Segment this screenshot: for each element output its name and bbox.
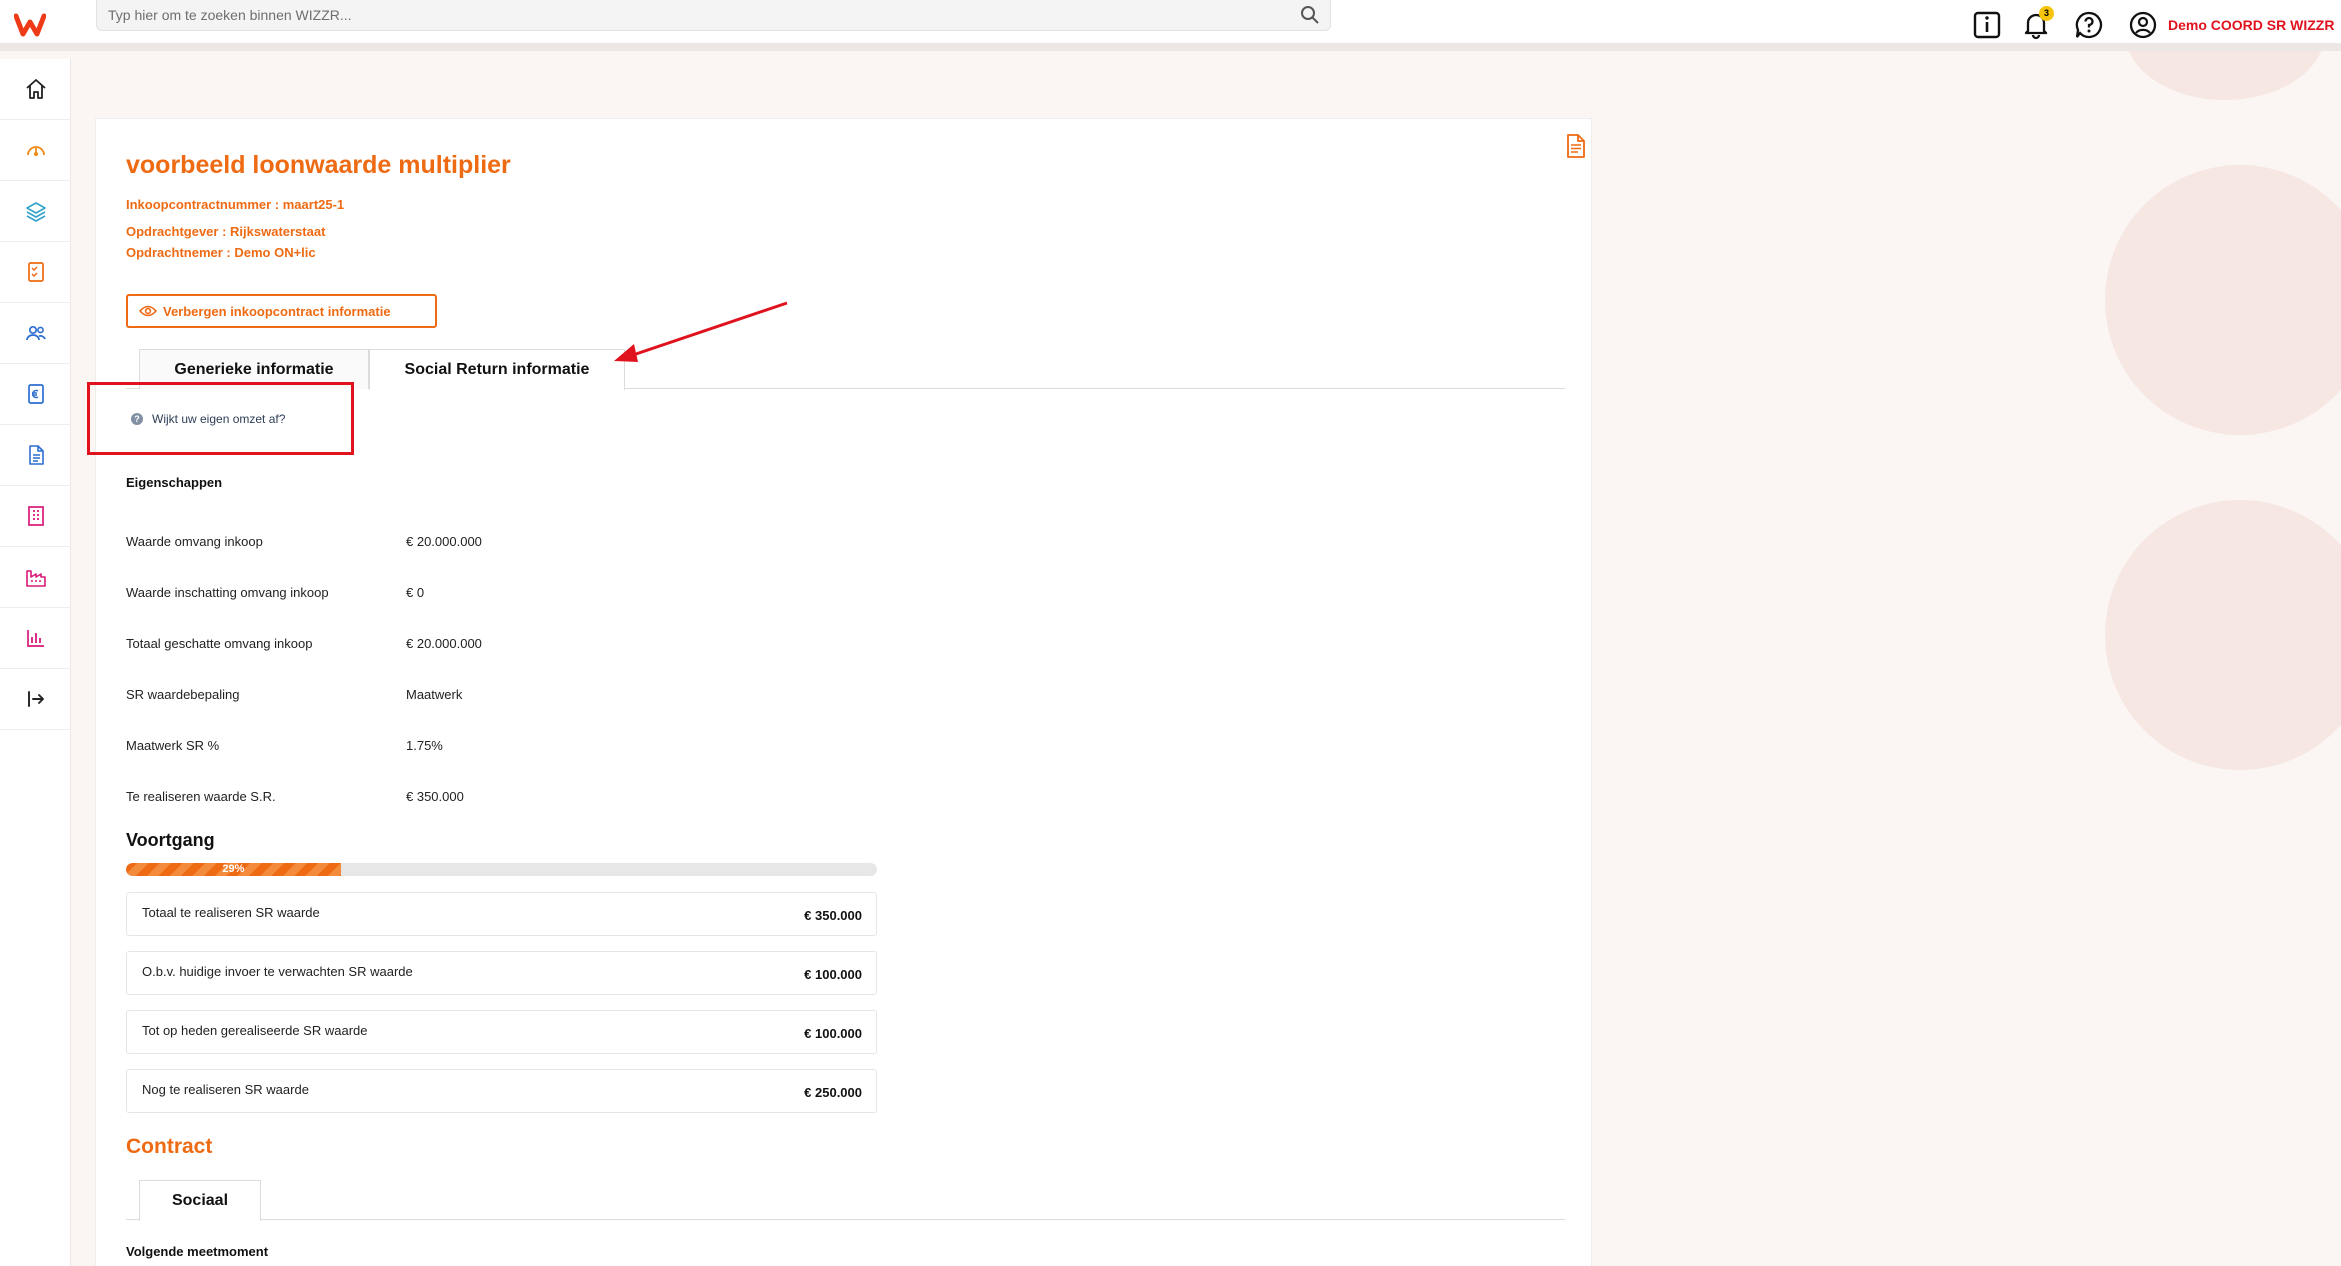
dashboard-gauge-icon — [26, 146, 45, 156]
property-label: Te realiseren waarde S.R. — [126, 789, 276, 804]
sidebar-item-dashboard[interactable] — [0, 120, 71, 181]
tab-social-return-informatie[interactable]: Social Return informatie — [369, 349, 625, 390]
sidebar-item-organizations[interactable] — [0, 486, 71, 547]
stat-row: Tot op heden gerealiseerde SR waarde € 1… — [126, 1010, 877, 1054]
hide-contract-info-button[interactable]: Verbergen inkoopcontract informatie — [126, 294, 437, 328]
progress-fill: 29% — [126, 863, 341, 876]
contract-number: Inkoopcontractnummer : maart25-1 — [126, 197, 345, 212]
property-value: 1.75% — [406, 738, 443, 753]
contract-card: voorbeeld loonwaarde multiplier Inkoopco… — [95, 118, 1592, 1266]
stat-row: Totaal te realiseren SR waarde € 350.000 — [126, 892, 877, 936]
contract-tabs: Sociaal — [126, 1180, 1565, 1221]
sidebar-item-companies[interactable] — [0, 547, 71, 608]
hide-contract-info-label: Verbergen inkoopcontract informatie — [163, 303, 391, 319]
building-icon — [27, 506, 44, 526]
sidebar-item-users[interactable] — [0, 303, 71, 364]
property-value: Maatwerk — [406, 687, 463, 702]
property-value: € 0 — [406, 585, 425, 600]
sidebar-item-documents[interactable] — [0, 425, 71, 486]
property-label: SR waardebepaling — [126, 687, 240, 702]
stat-label: Tot op heden gerealiseerde SR waarde — [142, 1023, 368, 1038]
user-avatar-icon[interactable] — [2128, 10, 2158, 40]
stat-label: O.b.v. huidige invoer te verwachten SR w… — [142, 964, 413, 979]
annotation-highlight-box — [87, 382, 354, 455]
background-circle — [2105, 500, 2341, 770]
sidebar-item-finance[interactable] — [0, 364, 71, 425]
stat-label: Nog te realiseren SR waarde — [142, 1082, 309, 1097]
bar-chart-icon — [26, 630, 44, 647]
sidebar-item-tasks[interactable] — [0, 242, 71, 303]
property-value: € 20.000.000 — [406, 636, 482, 651]
stat-label: Totaal te realiseren SR waarde — [142, 905, 320, 920]
help-icon[interactable] — [2074, 10, 2104, 40]
stat-row: Nog te realiseren SR waarde € 250.000 — [126, 1069, 877, 1113]
search-input[interactable] — [97, 0, 1277, 29]
top-bar: 3 Demo COORD SR WIZZR — [0, 0, 2341, 51]
euro-document-icon — [27, 384, 44, 404]
property-label: Maatwerk SR % — [126, 738, 220, 753]
eye-icon — [139, 305, 157, 317]
logout-icon — [27, 691, 44, 707]
search-bar — [96, 0, 1331, 31]
contract-contractor: Opdrachtnemer : Demo ON+lic — [126, 245, 316, 260]
layers-icon — [25, 202, 46, 222]
users-icon — [25, 325, 46, 341]
stat-value: € 350.000 — [804, 908, 862, 923]
sidebar-item-reports[interactable] — [0, 608, 71, 669]
annotation-arrow-icon — [614, 301, 788, 362]
progress-bar: 29% — [126, 863, 877, 876]
sidebar-item-home[interactable] — [0, 59, 71, 120]
stat-row: O.b.v. huidige invoer te verwachten SR w… — [126, 951, 877, 995]
page-title: voorbeeld loonwaarde multiplier — [126, 151, 511, 179]
factory-icon — [25, 570, 46, 587]
home-icon — [25, 79, 46, 99]
stat-value: € 100.000 — [804, 967, 862, 982]
background-circle — [2105, 165, 2341, 435]
checklist-icon — [27, 262, 44, 282]
sidebar-item-logout[interactable] — [0, 669, 71, 730]
next-measurement-heading: Volgende meetmoment — [126, 1244, 269, 1259]
document-icon — [28, 445, 44, 465]
user-menu[interactable]: Demo COORD SR WIZZR — [2168, 17, 2334, 33]
search-icon[interactable] — [1300, 5, 1320, 25]
sidebar-item-layers[interactable] — [0, 181, 71, 242]
notification-count-badge: 3 — [2039, 6, 2054, 21]
contract-section-heading: Contract — [126, 1135, 213, 1158]
sidebar — [0, 59, 71, 1266]
tab-sociaal[interactable]: Sociaal — [139, 1180, 261, 1221]
property-label: Waarde inschatting omvang inkoop — [126, 585, 329, 600]
document-export-icon[interactable] — [1565, 133, 1587, 159]
info-icon[interactable] — [1972, 10, 2002, 40]
properties-heading: Eigenschappen — [126, 475, 223, 490]
wizzr-logo-icon[interactable] — [14, 10, 46, 40]
property-label: Waarde omvang inkoop — [126, 534, 263, 549]
property-label: Totaal geschatte omvang inkoop — [126, 636, 313, 651]
property-value: € 350.000 — [406, 789, 464, 804]
property-value: € 20.000.000 — [406, 534, 482, 549]
progress-heading: Voortgang — [126, 830, 215, 850]
stat-value: € 250.000 — [804, 1085, 862, 1100]
contract-client: Opdrachtgever : Rijkswaterstaat — [126, 224, 326, 239]
stat-value: € 100.000 — [804, 1026, 862, 1041]
